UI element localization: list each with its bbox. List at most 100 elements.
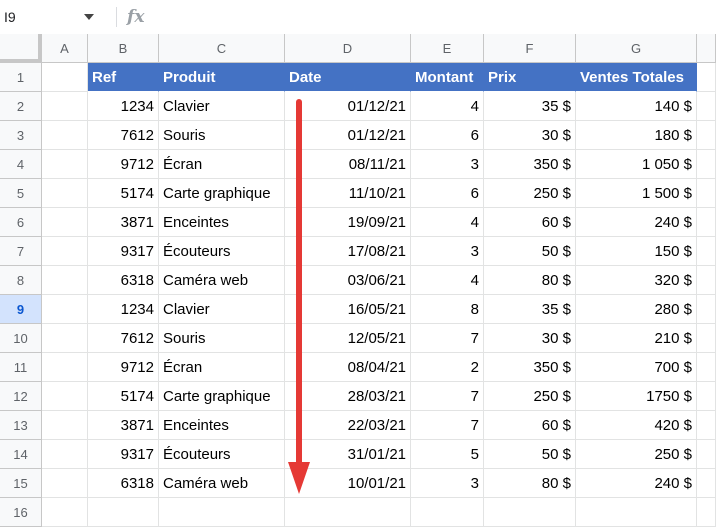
table-cell-montant[interactable]: 7	[411, 382, 484, 411]
table-header-ref[interactable]: Ref	[88, 63, 159, 92]
table-cell-date[interactable]: 03/06/21	[285, 266, 411, 295]
row-header-14[interactable]: 14	[0, 440, 42, 469]
cell-overflow[interactable]	[697, 208, 716, 237]
table-cell-montant[interactable]: 4	[411, 266, 484, 295]
column-header-e[interactable]: E	[411, 34, 484, 63]
column-header-overflow[interactable]	[697, 34, 716, 63]
table-cell-prix[interactable]: 35 $	[484, 295, 576, 324]
table-cell-ref[interactable]: 9712	[88, 353, 159, 382]
cell-overflow[interactable]	[697, 121, 716, 150]
table-header-date[interactable]: Date	[285, 63, 411, 92]
row-header-11[interactable]: 11	[0, 353, 42, 382]
table-cell-montant[interactable]: 7	[411, 411, 484, 440]
table-cell-prix[interactable]: 250 $	[484, 179, 576, 208]
table-cell-ventes[interactable]: 250 $	[576, 440, 697, 469]
table-cell-produit[interactable]: Caméra web	[159, 266, 285, 295]
table-cell-prix[interactable]: 60 $	[484, 208, 576, 237]
row-header-13[interactable]: 13	[0, 411, 42, 440]
cell-a2[interactable]	[42, 92, 88, 121]
row-header-8[interactable]: 8	[0, 266, 42, 295]
table-cell-date[interactable]: 10/01/21	[285, 469, 411, 498]
row-header-3[interactable]: 3	[0, 121, 42, 150]
cell-overflow[interactable]	[697, 63, 716, 92]
table-cell-montant[interactable]: 5	[411, 440, 484, 469]
cell-overflow[interactable]	[697, 411, 716, 440]
cell-overflow[interactable]	[697, 179, 716, 208]
column-header-a[interactable]: A	[42, 34, 88, 63]
table-cell-produit[interactable]: Carte graphique	[159, 179, 285, 208]
table-cell-prix[interactable]: 350 $	[484, 353, 576, 382]
empty-cell[interactable]	[285, 498, 411, 527]
table-header-prix[interactable]: Prix	[484, 63, 576, 92]
table-cell-ventes[interactable]: 150 $	[576, 237, 697, 266]
cell-overflow[interactable]	[697, 324, 716, 353]
row-header-9[interactable]: 9	[0, 295, 42, 324]
cell-a5[interactable]	[42, 179, 88, 208]
table-header-montant[interactable]: Montant	[411, 63, 484, 92]
table-cell-ventes[interactable]: 210 $	[576, 324, 697, 353]
cell-overflow[interactable]	[697, 469, 716, 498]
table-cell-date[interactable]: 01/12/21	[285, 92, 411, 121]
cell-a1[interactable]	[42, 63, 88, 92]
row-header-10[interactable]: 10	[0, 324, 42, 353]
empty-cell[interactable]	[88, 498, 159, 527]
table-cell-produit[interactable]: Écran	[159, 353, 285, 382]
table-cell-ventes[interactable]: 280 $	[576, 295, 697, 324]
cell-a10[interactable]	[42, 324, 88, 353]
empty-cell[interactable]	[411, 498, 484, 527]
column-header-g[interactable]: G	[576, 34, 697, 63]
table-cell-ref[interactable]: 6318	[88, 266, 159, 295]
cell-a12[interactable]	[42, 382, 88, 411]
cell-overflow[interactable]	[697, 498, 716, 527]
table-cell-ventes[interactable]: 140 $	[576, 92, 697, 121]
table-cell-prix[interactable]: 50 $	[484, 440, 576, 469]
table-cell-montant[interactable]: 8	[411, 295, 484, 324]
row-header-1[interactable]: 1	[0, 63, 42, 92]
cell-overflow[interactable]	[697, 150, 716, 179]
table-cell-date[interactable]: 16/05/21	[285, 295, 411, 324]
table-cell-ventes[interactable]: 1 500 $	[576, 179, 697, 208]
table-cell-ref[interactable]: 5174	[88, 179, 159, 208]
table-header-ventes[interactable]: Ventes Totales	[576, 63, 697, 92]
empty-cell[interactable]	[159, 498, 285, 527]
cell-a6[interactable]	[42, 208, 88, 237]
empty-cell[interactable]	[484, 498, 576, 527]
cell-overflow[interactable]	[697, 237, 716, 266]
select-all-corner[interactable]	[0, 34, 42, 63]
table-cell-ventes[interactable]: 700 $	[576, 353, 697, 382]
formula-input[interactable]	[144, 0, 716, 34]
table-cell-ref[interactable]: 9317	[88, 237, 159, 266]
table-cell-prix[interactable]: 80 $	[484, 266, 576, 295]
table-cell-produit[interactable]: Écran	[159, 150, 285, 179]
table-cell-ventes[interactable]: 420 $	[576, 411, 697, 440]
cell-a16[interactable]	[42, 498, 88, 527]
row-header-5[interactable]: 5	[0, 179, 42, 208]
table-cell-produit[interactable]: Souris	[159, 121, 285, 150]
row-header-12[interactable]: 12	[0, 382, 42, 411]
empty-cell[interactable]	[576, 498, 697, 527]
table-cell-montant[interactable]: 3	[411, 150, 484, 179]
table-cell-prix[interactable]: 30 $	[484, 324, 576, 353]
row-header-6[interactable]: 6	[0, 208, 42, 237]
table-cell-produit[interactable]: Clavier	[159, 92, 285, 121]
table-cell-produit[interactable]: Clavier	[159, 295, 285, 324]
table-cell-montant[interactable]: 7	[411, 324, 484, 353]
cell-overflow[interactable]	[697, 295, 716, 324]
table-cell-montant[interactable]: 3	[411, 237, 484, 266]
table-cell-date[interactable]: 31/01/21	[285, 440, 411, 469]
table-cell-prix[interactable]: 50 $	[484, 237, 576, 266]
table-cell-ref[interactable]: 1234	[88, 295, 159, 324]
cell-overflow[interactable]	[697, 353, 716, 382]
table-cell-date[interactable]: 11/10/21	[285, 179, 411, 208]
cell-overflow[interactable]	[697, 382, 716, 411]
cell-a9[interactable]	[42, 295, 88, 324]
table-cell-date[interactable]: 08/04/21	[285, 353, 411, 382]
table-cell-montant[interactable]: 4	[411, 208, 484, 237]
table-cell-date[interactable]: 19/09/21	[285, 208, 411, 237]
table-cell-ventes[interactable]: 240 $	[576, 208, 697, 237]
table-cell-date[interactable]: 12/05/21	[285, 324, 411, 353]
table-cell-ref[interactable]: 1234	[88, 92, 159, 121]
spreadsheet-grid[interactable]: A B C D E F G 1 Ref Produit Date Montant Prix Ventes …	[0, 34, 716, 527]
column-header-c[interactable]: C	[159, 34, 285, 63]
table-cell-ref[interactable]: 5174	[88, 382, 159, 411]
